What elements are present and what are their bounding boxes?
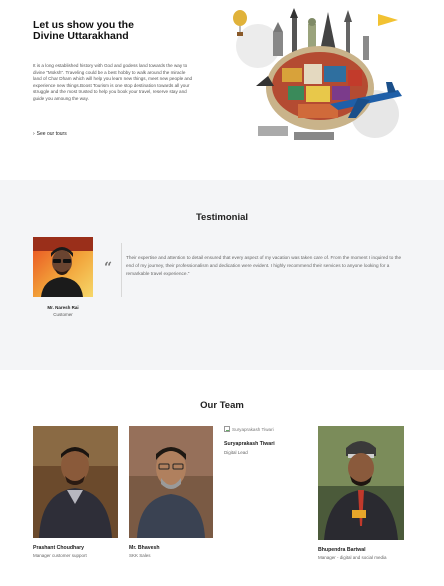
- intro-section: Let us show you the Divine Uttarakhand I…: [0, 0, 444, 180]
- customer-name: Mr. Naresh Rai: [47, 305, 79, 310]
- team-heading: Our Team: [200, 400, 244, 411]
- team-photo-bhupendra: [318, 426, 404, 540]
- team-member-role: Digital Lead: [224, 450, 248, 455]
- team-photo-suryaprakash-broken: Suryaprakash Tiwari: [224, 426, 274, 432]
- testimonial-heading: Testimonial: [195, 212, 249, 223]
- testimonial-quote: Their expertise and attention to detail …: [126, 255, 402, 276]
- customer-role: Customer: [53, 312, 73, 317]
- broken-image-alt: Suryaprakash Tiwari: [232, 426, 274, 432]
- quote-icon: “: [104, 260, 113, 276]
- arrow-right-icon: ›: [33, 131, 35, 137]
- team-member-role: Manager customer support: [33, 553, 87, 558]
- team-photo-prashant: [33, 426, 118, 538]
- team-member-role: SKK Sales: [129, 553, 151, 558]
- team-member-name: Prashant Choudhary: [33, 545, 85, 551]
- see-our-tours-label: See our tours: [36, 131, 67, 137]
- testimonial-section: Testimonial Mr. Naresh Rai Customer “ Th…: [0, 180, 444, 370]
- team-photo-bhavesh: [129, 426, 213, 538]
- travel-landmarks-image: [233, 8, 402, 140]
- customer-avatar: [33, 237, 93, 297]
- quote-divider: [121, 243, 122, 297]
- team-section: Our Team Prashant Choudhary Manager cust…: [0, 370, 444, 586]
- see-our-tours-link[interactable]: › See our tours: [33, 131, 67, 137]
- intro-text: It is a long established history with Go…: [33, 63, 193, 101]
- team-member-name: Suryaprakash Tiwari: [224, 441, 275, 447]
- team-member-role: Manager - digital and social media: [318, 555, 387, 560]
- broken-image-icon: [224, 426, 230, 432]
- team-member-name: Bhupendra Bartwal: [318, 547, 366, 553]
- intro-title: Let us show you the Divine Uttarakhand: [33, 19, 134, 42]
- team-member-name: Mr. Bhavesh: [129, 545, 160, 551]
